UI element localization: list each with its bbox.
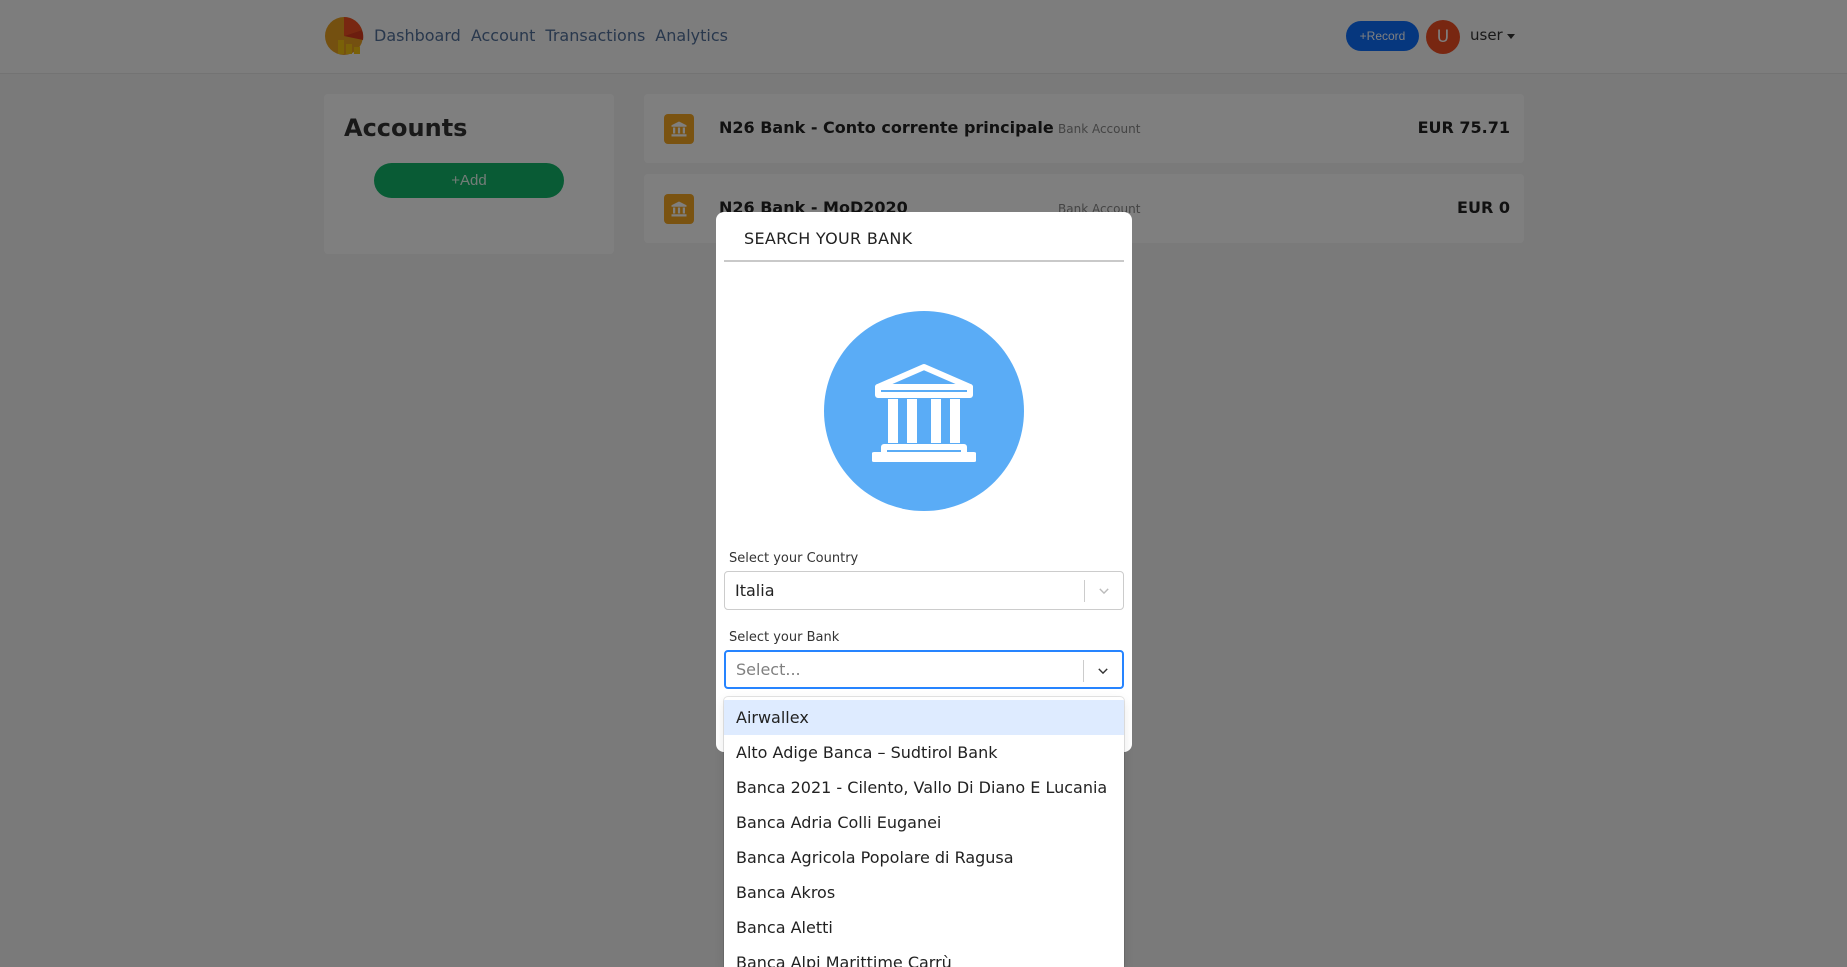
bank-label: Select your Bank (729, 630, 840, 645)
dropdown-option[interactable]: Banca Akros (724, 875, 1124, 910)
country-select-value: Italia (735, 581, 775, 600)
dropdown-option[interactable]: Airwallex (724, 700, 1124, 735)
select-separator (1083, 660, 1084, 682)
bank-select[interactable]: Select... (724, 650, 1124, 689)
search-bank-modal: SEARCH YOUR BANK Select your Country Ita… (716, 212, 1132, 752)
chevron-down-icon[interactable] (1097, 584, 1111, 598)
dropdown-option[interactable]: Banca Agricola Popolare di Ragusa (724, 840, 1124, 875)
dropdown-option[interactable]: Banca 2021 - Cilento, Vallo Di Diano E L… (724, 770, 1124, 805)
dropdown-option[interactable]: Banca Aletti (724, 910, 1124, 945)
select-separator (1084, 580, 1085, 602)
dropdown-option[interactable]: Banca Alpi Marittime Carrù (724, 945, 1124, 967)
country-label: Select your Country (729, 551, 859, 566)
dropdown-option[interactable]: Alto Adige Banca – Sudtirol Bank (724, 735, 1124, 770)
dropdown-option[interactable]: Banca Adria Colli Euganei (724, 805, 1124, 840)
bank-select-placeholder: Select... (736, 660, 801, 679)
country-select[interactable]: Italia (724, 571, 1124, 610)
modal-title: SEARCH YOUR BANK (744, 229, 913, 248)
bank-icon (872, 364, 976, 462)
modal-divider (724, 260, 1124, 262)
chevron-down-icon[interactable] (1096, 664, 1110, 678)
bank-illustration (824, 311, 1024, 511)
bank-dropdown-menu[interactable]: Airwallex Alto Adige Banca – Sudtirol Ba… (724, 697, 1124, 967)
